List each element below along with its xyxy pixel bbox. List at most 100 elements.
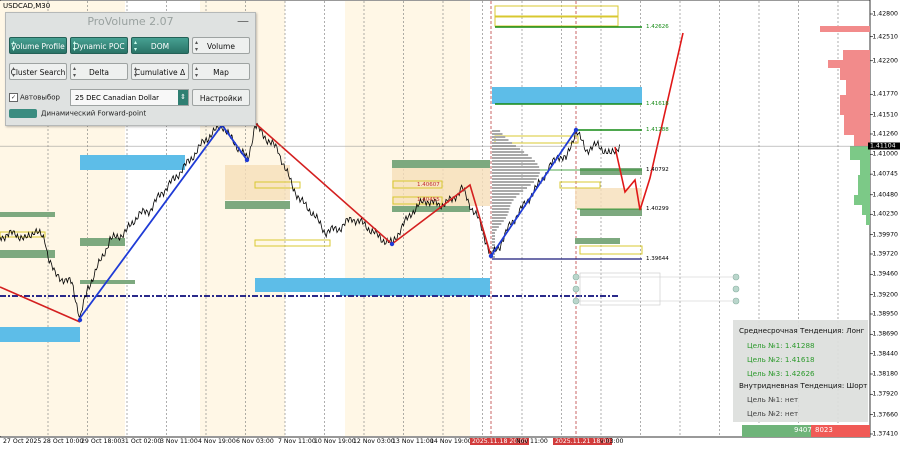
dynamic-poc-button[interactable]: ▴ ▾ Dynamic POC — [70, 37, 128, 54]
panel-title: ProVolume 2.07 — [87, 15, 174, 28]
price-axis-label: 1.41000 — [872, 150, 898, 158]
intraday-target-2: Цель №2: нет — [747, 409, 799, 418]
volume-profile-bar — [492, 151, 525, 153]
price-axis-label: 1.39460 — [872, 270, 898, 278]
dom-profile-bar — [860, 160, 870, 175]
volume-profile-bar — [492, 238, 495, 240]
projection-node — [572, 285, 580, 293]
price-axis-label: 1.39720 — [872, 250, 898, 258]
dom-profile-bar — [866, 215, 870, 225]
price-axis-label: 1.38950 — [872, 310, 898, 318]
dom-profile-bar — [844, 115, 870, 135]
level-label: 1.40792 — [646, 167, 669, 173]
level-label: 1.42626 — [646, 24, 669, 30]
level-label: 1.41618 — [646, 101, 669, 107]
price-axis-label: 1.40745 — [872, 170, 898, 178]
date-axis-label: 10 Nov 19:00 — [314, 438, 356, 445]
volume-profile-bar — [492, 160, 535, 162]
cluster-search-button[interactable]: ▴ ▾ Cluster Search — [9, 63, 67, 80]
arrows-icon: ▴ ▾ — [195, 65, 199, 79]
date-axis-label: 7 Nov 11:00 — [278, 438, 316, 445]
volume-profile-bar — [492, 166, 540, 168]
arrows-icon: ▴ ▾ — [73, 39, 77, 53]
volume-profile-bar — [492, 211, 509, 213]
map-button[interactable]: ▴ ▾ Map — [192, 63, 250, 80]
price-axis-label: 1.39970 — [872, 231, 898, 239]
dom-profile-bar — [850, 146, 870, 160]
dom-profile-bar — [820, 26, 870, 32]
arrows-icon: ▴ ▾ — [134, 65, 138, 79]
projection-node — [732, 285, 740, 293]
trend-panel: Среднесрочная Тенденция: Лонг Цель №1: 1… — [733, 320, 868, 422]
range-zone — [575, 188, 642, 209]
volume-profile-bar — [492, 226, 499, 228]
volume-profile-bar — [492, 232, 495, 234]
volume-profile-bar — [492, 199, 514, 201]
volume-profile-bar — [492, 142, 513, 144]
dom-profile-bar — [854, 195, 870, 205]
date-axis-label: 14 Nov 19:00 — [430, 438, 472, 445]
dom-zone — [0, 250, 55, 258]
price-axis-label: 1.42200 — [872, 57, 898, 65]
dom-zone — [0, 212, 55, 217]
buy-sell-volume-bar: 9407 8023 — [742, 425, 870, 437]
auto-select-checkbox[interactable]: ✓ Автовыбор — [9, 93, 60, 102]
volume-profile-bar — [492, 133, 503, 135]
volume-profile-bar — [492, 187, 527, 189]
swing-point-marker — [573, 127, 579, 133]
arrows-icon: ▴ ▾ — [134, 39, 138, 53]
forward-point-toggle[interactable]: Динамический Forward-point — [9, 109, 146, 118]
volume-zone — [340, 287, 490, 296]
date-axis-label: 29 Oct 18:00 — [81, 438, 122, 445]
volume-profile-bar — [492, 130, 501, 132]
instrument-select[interactable]: 25 DEC Canadian Dollar ⇕ — [70, 89, 189, 106]
price-axis-label: 1.41260 — [872, 130, 898, 138]
dom-button[interactable]: ▴ ▾ DOM — [131, 37, 189, 54]
price-axis-label: 1.42510 — [872, 33, 898, 41]
swing-point-marker — [389, 241, 395, 247]
date-axis-label: 12 Nov 03:00 — [353, 438, 395, 445]
price-axis-label: 1.42800 — [872, 10, 898, 18]
price-axis-label: 1.38440 — [872, 350, 898, 358]
volume-button[interactable]: ▴ ▾ Volume — [192, 37, 250, 54]
volume-profile-bar — [492, 169, 540, 171]
dom-profile-bar — [828, 60, 870, 68]
volume-zone — [0, 327, 80, 342]
volume-profile-bar — [492, 217, 506, 219]
volume-profile-bar — [492, 184, 531, 186]
delta-button[interactable]: ▴ ▾ Delta — [70, 63, 128, 80]
volume-profile-bar — [492, 235, 495, 237]
volume-profile-bar — [492, 178, 537, 180]
volume-profile-bar — [492, 136, 506, 138]
arrows-icon: ▴ ▾ — [12, 65, 16, 79]
sell-volume-value: 8023 — [815, 426, 833, 434]
box-price-label: 1.40455 — [417, 197, 440, 203]
minimize-icon[interactable]: — — [237, 14, 249, 28]
volume-profile-bar — [492, 244, 495, 246]
volume-profile-bar — [492, 223, 502, 225]
toggle-switch[interactable] — [9, 109, 37, 118]
date-axis-label: 28 Oct 10:00 — [43, 438, 84, 445]
volume-profile-bar — [492, 181, 534, 183]
swing-point-marker — [244, 157, 250, 163]
price-axis-label: 1.38180 — [872, 370, 898, 378]
date-axis-label: 3 Nov 11:00 — [160, 438, 198, 445]
settings-button[interactable]: Настройки — [192, 89, 250, 106]
arrows-icon: ▴ ▾ — [12, 39, 16, 53]
price-axis-label: 1.37410 — [872, 430, 898, 438]
price-axis-label: 1.40230 — [872, 210, 898, 218]
swing-point-marker — [77, 317, 83, 323]
dom-zone — [392, 160, 490, 168]
volume-profile-button[interactable]: ▴ ▾ Volume Profile — [9, 37, 67, 54]
price-axis-label: 1.40480 — [872, 191, 898, 199]
current-price-tag: 1.41104 — [868, 142, 900, 150]
volume-profile-bar — [492, 193, 520, 195]
volume-profile-bar — [492, 157, 532, 159]
intraday-trend: Внутридневная Тенденция: Шорт — [739, 381, 868, 390]
volume-profile-bar — [492, 139, 509, 141]
date-axis-label: Nov 11:00 — [516, 438, 548, 445]
dom-profile-bar — [862, 205, 870, 215]
cumulative-delta-button[interactable]: ▴ ▾ Cumulative Δ — [131, 63, 189, 80]
price-axis-label: 1.37920 — [872, 390, 898, 398]
volume-profile-bar — [492, 220, 504, 222]
